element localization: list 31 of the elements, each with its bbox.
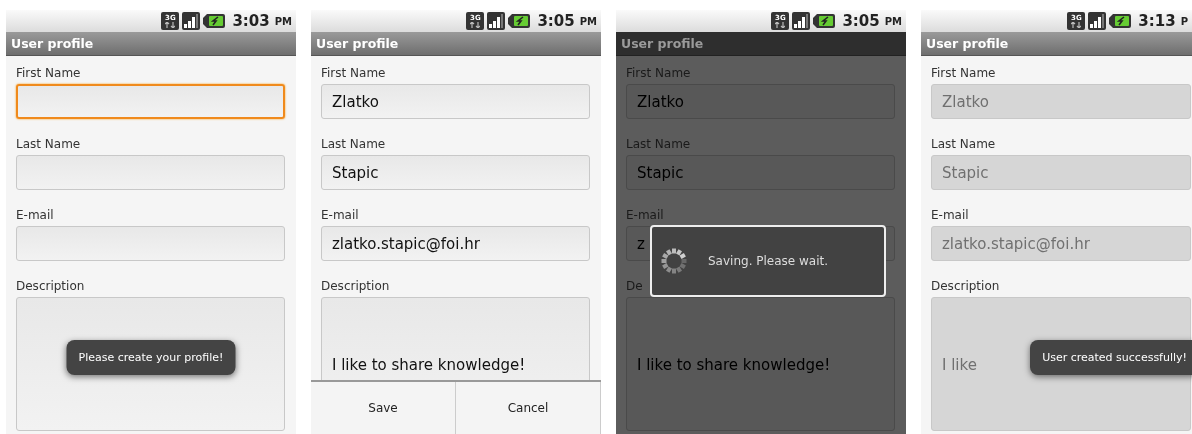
field-label: Description: [321, 279, 391, 293]
field-label: First Name: [931, 66, 997, 80]
clock-time: 3:05: [537, 12, 575, 30]
clock-meridiem: PM: [884, 15, 902, 27]
field-label: Last Name: [626, 137, 692, 151]
app-title: User profile: [316, 36, 399, 51]
clock-meridiem: PM: [579, 15, 597, 27]
field-label: First Name: [16, 66, 82, 80]
field-label: First Name: [321, 66, 387, 80]
field-label: Last Name: [931, 137, 997, 151]
message-toast: Please create your profile!: [66, 340, 236, 375]
app-title: User profile: [11, 36, 94, 51]
field-label: Last Name: [321, 137, 387, 151]
field-label: E-mail: [321, 208, 360, 222]
field-label: Description: [16, 279, 86, 293]
field-label: De: [626, 279, 644, 293]
clock-time: 3:13: [1138, 12, 1176, 30]
app-title: User profile: [621, 36, 704, 51]
field-label: Description: [931, 279, 1001, 293]
field-label: E-mail: [931, 208, 970, 222]
field-label: First Name: [626, 66, 692, 80]
field-label: E-mail: [16, 208, 55, 222]
dialog-message: Saving. Please wait.: [708, 254, 829, 268]
clock-time: 3:03: [232, 12, 270, 30]
clock-meridiem: P: [1180, 15, 1188, 27]
clock-time: 3:05: [842, 12, 880, 30]
field-label: Last Name: [16, 137, 82, 151]
field-label: E-mail: [626, 208, 665, 222]
message-toast: User created successfully!: [1030, 340, 1192, 375]
app-title: User profile: [926, 36, 1009, 51]
clock-meridiem: PM: [274, 15, 292, 27]
